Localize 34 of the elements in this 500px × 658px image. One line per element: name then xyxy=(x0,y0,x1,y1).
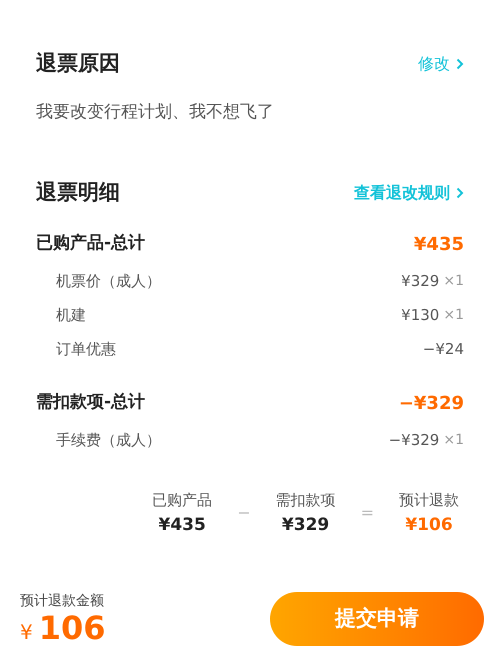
group-title: 已购产品-总计 xyxy=(36,232,146,256)
fee-label: 机建 xyxy=(56,305,86,326)
edit-link[interactable]: 修改 xyxy=(418,52,464,76)
fee-label: 机票价（成人） xyxy=(56,271,161,292)
fee-quantity: ×1 xyxy=(443,306,464,325)
group-title: 需扣款项-总计 xyxy=(36,391,146,414)
chevron-icon xyxy=(456,186,464,199)
operator-sign: − xyxy=(237,502,251,524)
section-title: 退票明细 xyxy=(36,179,120,206)
refund-amount-label: 预计退款金额 xyxy=(20,592,105,611)
fee-amount: −¥329 xyxy=(388,430,440,452)
refund-reason-text: 我要改变行程计划、我不想飞了 xyxy=(36,100,275,124)
summary-value: ¥435 xyxy=(158,514,206,537)
section-title: 退票原因 xyxy=(36,50,120,77)
summary-label: 需扣款项 xyxy=(276,490,336,510)
fee-amount: ¥130 xyxy=(401,305,440,326)
currency-symbol: ¥ xyxy=(20,619,33,646)
summary-value: ¥106 xyxy=(405,514,453,537)
fee-label: 手续费（成人） xyxy=(56,430,161,452)
chevron-icon xyxy=(456,58,464,70)
refund-amount: 106 xyxy=(38,612,106,644)
fee-label: 订单优惠 xyxy=(56,339,116,360)
summary-label: 已购产品 xyxy=(152,490,212,510)
summary-label: 预计退款 xyxy=(399,490,459,510)
group-total: ¥435 xyxy=(414,232,464,256)
fee-quantity: ×1 xyxy=(443,431,464,450)
group-total: −¥329 xyxy=(398,392,464,416)
submit-button[interactable]: 提交申请 xyxy=(270,592,484,646)
fee-quantity: ×1 xyxy=(443,272,464,291)
refund-rules-link[interactable]: 查看退改规则 xyxy=(354,180,464,205)
fee-amount: ¥329 xyxy=(401,271,440,292)
operator-sign: = xyxy=(360,502,374,524)
fee-amount: −¥24 xyxy=(422,339,464,360)
summary-value: ¥329 xyxy=(282,514,330,537)
